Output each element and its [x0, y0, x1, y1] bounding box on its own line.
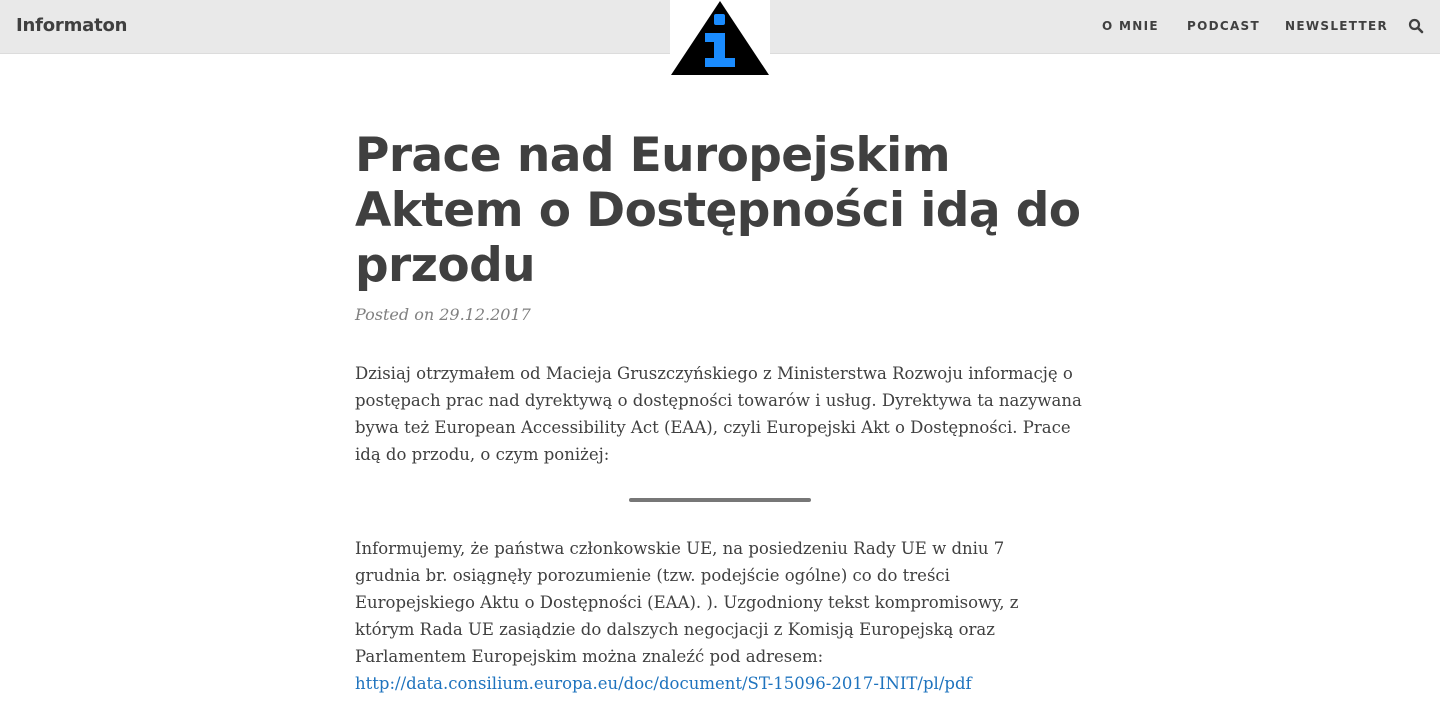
search-icon	[1408, 18, 1424, 34]
nav-o-mnie[interactable]: O MNIE	[1102, 19, 1159, 33]
nav-podcast[interactable]: PODCAST	[1187, 19, 1260, 33]
top-navbar: Informaton O MNIE PODCAST NEWSLETTER	[0, 0, 1440, 76]
post-paragraph-2-text: Informujemy, że państwa członkowskie UE,…	[355, 539, 1019, 666]
post-date: Posted on 29.12.2017	[355, 305, 531, 324]
post-title: Prace nad Europejskim Aktem o Dostępnośc…	[355, 128, 1081, 293]
content-divider	[629, 498, 811, 502]
post-content: Prace nad Europejskim Aktem o Dostępnośc…	[355, 128, 1085, 697]
document-link[interactable]: http://data.consilium.europa.eu/doc/docu…	[355, 674, 972, 693]
post-paragraph-1: Dzisiaj otrzymałem od Macieja Gruszczyńs…	[355, 364, 1082, 464]
search-button[interactable]	[1408, 18, 1424, 34]
post-paragraph-2: Informujemy, że państwa członkowskie UE,…	[355, 535, 1070, 697]
site-logo[interactable]	[670, 0, 770, 76]
info-icon	[671, 1, 769, 75]
site-brand-link[interactable]: Informaton	[16, 15, 127, 36]
nav-newsletter[interactable]: NEWSLETTER	[1285, 19, 1388, 33]
